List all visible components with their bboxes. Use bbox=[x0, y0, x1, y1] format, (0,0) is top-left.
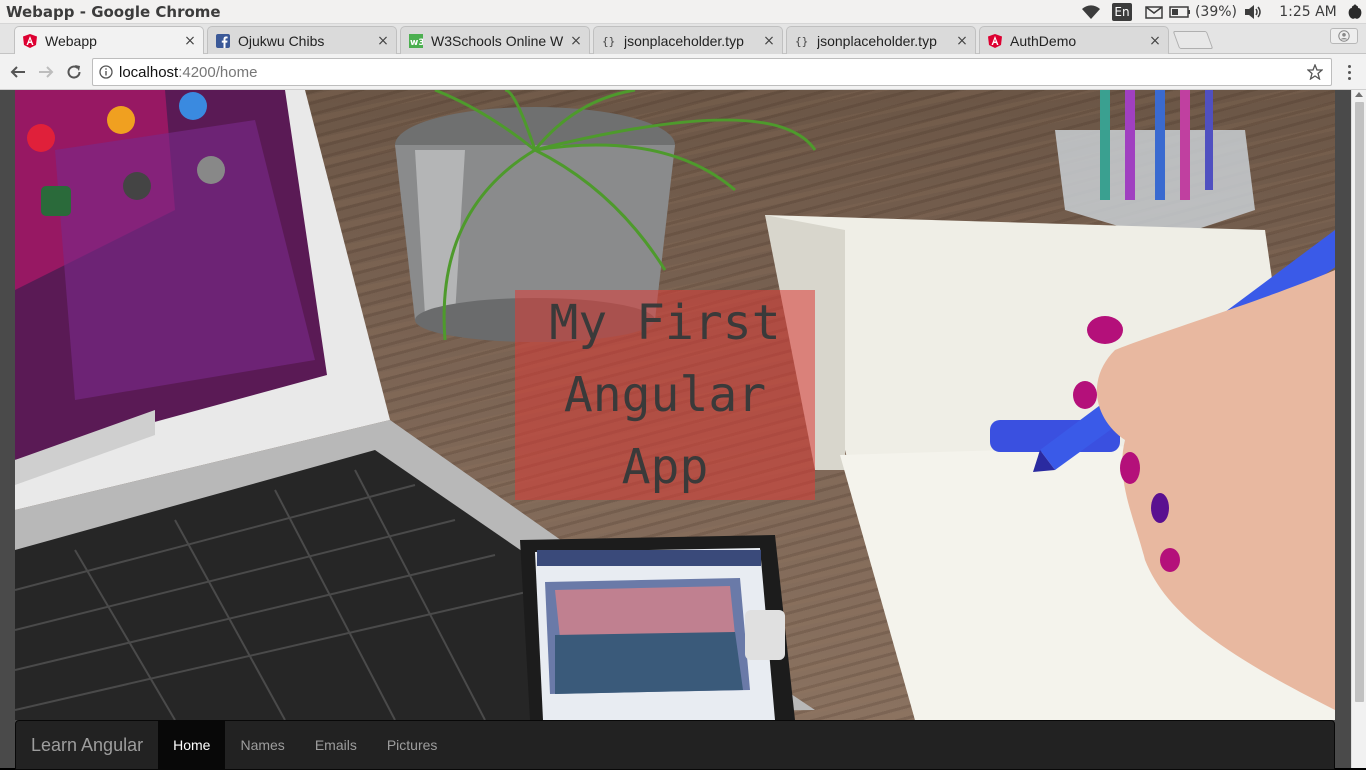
json-icon: {} bbox=[602, 34, 616, 48]
close-icon[interactable]: × bbox=[376, 33, 390, 49]
profile-icon[interactable] bbox=[1330, 28, 1358, 44]
app-navbar: Learn Angular Home Names Emails Pictures bbox=[15, 720, 1335, 770]
tab-jsonplaceholder-2[interactable]: {} jsonplaceholder.typ × bbox=[786, 26, 976, 54]
page-viewport: My First Angular App Learn Angular Home … bbox=[0, 90, 1366, 770]
battery-icon[interactable] bbox=[1166, 0, 1194, 24]
url-host: localhost bbox=[119, 63, 179, 81]
clock[interactable]: 1:25 AM bbox=[1272, 0, 1344, 24]
forward-arrow-icon[interactable] bbox=[34, 60, 58, 84]
tab-title: AuthDemo bbox=[1010, 32, 1077, 49]
close-icon[interactable]: × bbox=[183, 33, 197, 49]
angular-icon bbox=[23, 34, 37, 48]
navbar-brand[interactable]: Learn Angular bbox=[16, 720, 158, 770]
nav-link-pictures[interactable]: Pictures bbox=[372, 720, 453, 770]
info-icon[interactable] bbox=[93, 65, 119, 79]
vertical-scrollbar[interactable] bbox=[1351, 90, 1366, 768]
svg-text:w3: w3 bbox=[410, 38, 423, 48]
mail-icon[interactable] bbox=[1142, 0, 1166, 24]
svg-text:{}: {} bbox=[795, 35, 808, 48]
system-tray: En (39%) 1:25 AM bbox=[1078, 0, 1366, 24]
window-title: Webapp - Google Chrome bbox=[6, 3, 221, 21]
nav-link-home[interactable]: Home bbox=[158, 720, 226, 770]
scroll-up-arrow-icon[interactable] bbox=[1355, 92, 1363, 97]
hero-image: My First Angular App bbox=[15, 90, 1335, 720]
tab-title: jsonplaceholder.typ bbox=[624, 32, 744, 49]
chrome-menu-icon[interactable] bbox=[1340, 60, 1358, 84]
address-bar[interactable]: localhost:4200/home bbox=[92, 58, 1332, 86]
browser-toolbar: localhost:4200/home bbox=[0, 54, 1366, 90]
new-tab-button[interactable] bbox=[1172, 31, 1214, 49]
w3schools-icon: w3 bbox=[409, 33, 423, 48]
close-icon[interactable]: × bbox=[955, 33, 969, 49]
tab-authdemo[interactable]: AuthDemo × bbox=[979, 26, 1169, 54]
scrollbar-thumb[interactable] bbox=[1355, 102, 1364, 702]
hero-title: My First Angular App bbox=[549, 295, 781, 495]
close-icon[interactable]: × bbox=[762, 33, 776, 49]
tab-title: W3Schools Online W bbox=[431, 32, 564, 49]
nav-link-emails[interactable]: Emails bbox=[300, 720, 372, 770]
facebook-icon bbox=[216, 33, 230, 48]
tab-title: Webapp bbox=[45, 33, 97, 49]
power-gear-icon[interactable] bbox=[1344, 0, 1366, 24]
tab-webapp[interactable]: Webapp × bbox=[14, 26, 204, 55]
battery-percent: (39%) bbox=[1194, 4, 1238, 20]
tab-title: Ojukwu Chibs bbox=[238, 32, 325, 49]
tab-title: jsonplaceholder.typ bbox=[817, 32, 937, 49]
close-icon[interactable]: × bbox=[569, 33, 583, 49]
svg-text:{}: {} bbox=[602, 35, 615, 48]
language-indicator[interactable]: En bbox=[1112, 3, 1132, 21]
hero-title-box: My First Angular App bbox=[515, 290, 815, 500]
angular-icon bbox=[988, 33, 1002, 48]
close-icon[interactable]: × bbox=[1148, 33, 1162, 49]
bookmark-star-icon[interactable] bbox=[1306, 63, 1324, 84]
volume-icon[interactable] bbox=[1238, 0, 1268, 24]
wifi-icon[interactable] bbox=[1078, 0, 1104, 24]
url-path: :4200/home bbox=[178, 63, 258, 81]
tab-ojukwu-chibs[interactable]: Ojukwu Chibs × bbox=[207, 26, 397, 54]
back-arrow-icon[interactable] bbox=[6, 60, 30, 84]
os-top-bar: Webapp - Google Chrome En (39%) 1:25 AM bbox=[0, 0, 1366, 24]
tab-strip: Webapp × Ojukwu Chibs × w3 W3Schools Onl… bbox=[0, 24, 1366, 55]
reload-icon[interactable] bbox=[62, 60, 86, 84]
tab-jsonplaceholder-1[interactable]: {} jsonplaceholder.typ × bbox=[593, 26, 783, 54]
nav-link-names[interactable]: Names bbox=[225, 720, 299, 770]
tab-w3schools[interactable]: w3 W3Schools Online W × bbox=[400, 26, 590, 54]
json-icon: {} bbox=[795, 34, 809, 48]
